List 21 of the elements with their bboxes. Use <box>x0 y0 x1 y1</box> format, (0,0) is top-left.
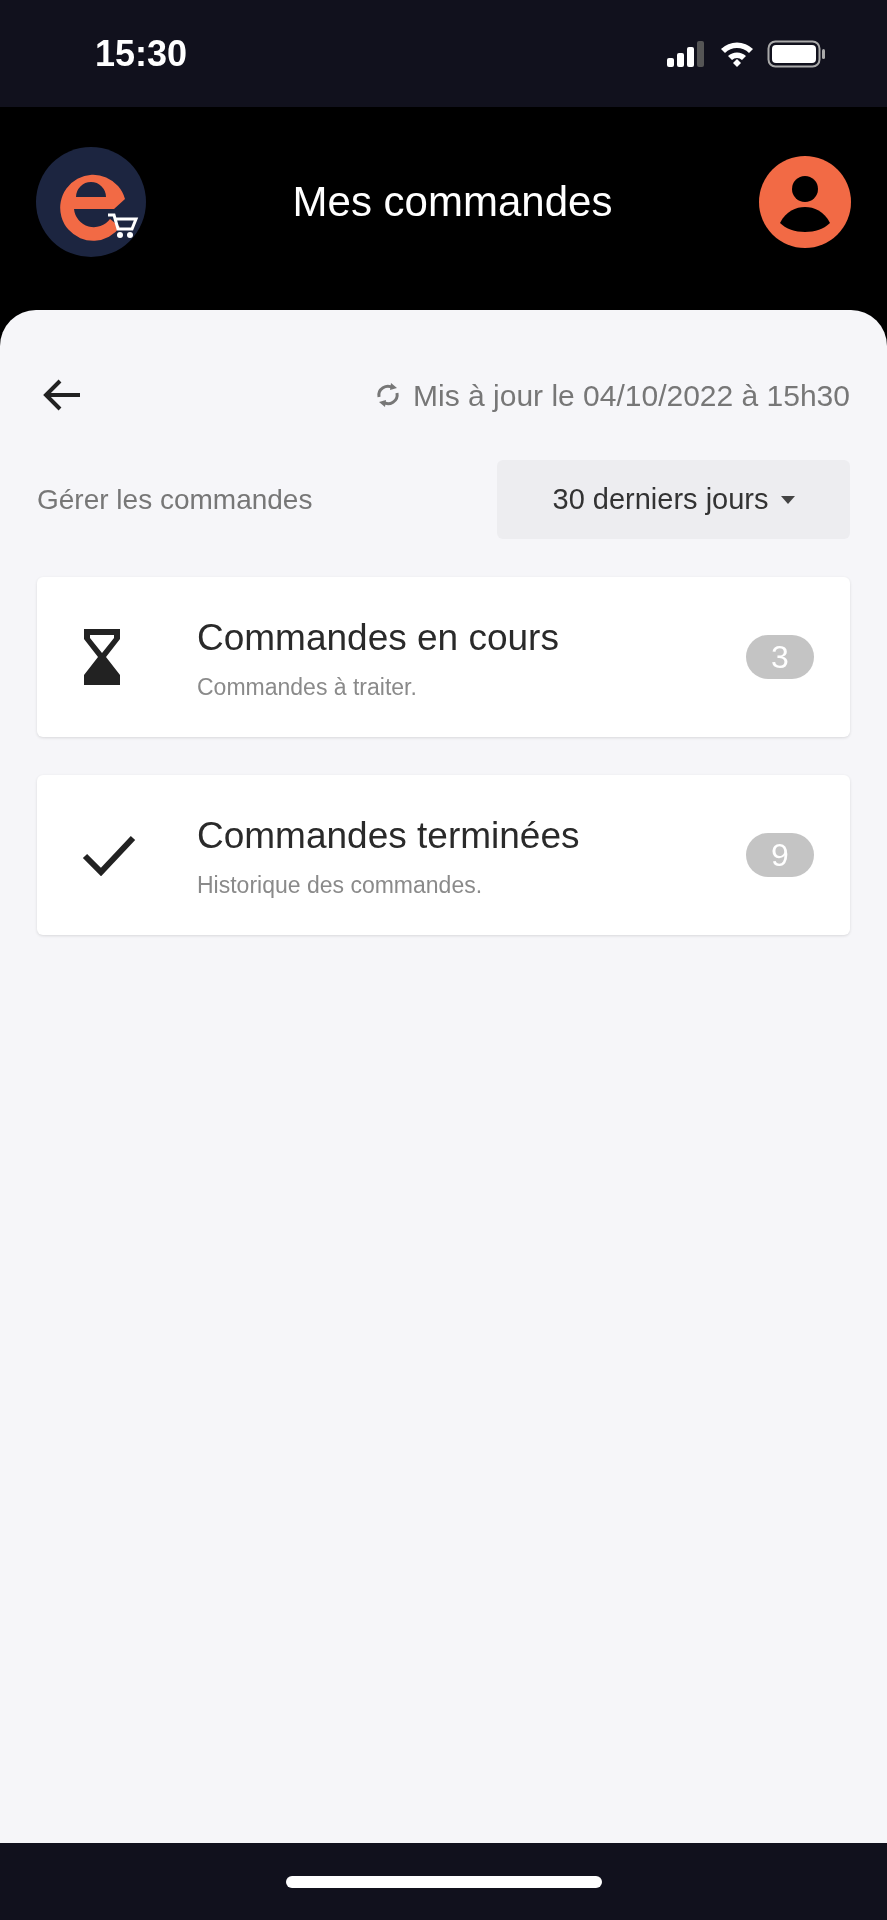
checkmark-icon <box>82 834 136 876</box>
logo-icon <box>36 146 146 257</box>
status-time: 15:30 <box>95 31 188 76</box>
signal-icon <box>667 40 707 67</box>
count-badge: 9 <box>746 833 814 877</box>
card-subtitle: Commandes à traiter. <box>197 672 418 702</box>
count-badge: 3 <box>746 635 814 679</box>
period-dropdown[interactable]: 30 derniers jours <box>497 460 850 539</box>
last-updated-text: Mis à jour le 04/10/2022 à 15h30 <box>413 377 850 414</box>
card-subtitle: Historique des commandes. <box>197 870 484 900</box>
refresh-icon <box>375 380 401 410</box>
battery-icon <box>767 39 827 68</box>
card-title: Commandes en cours <box>197 616 560 660</box>
card-title: Commandes terminées <box>197 814 581 858</box>
section-label: Gérer les commandes <box>37 482 313 517</box>
page-title: Mes commandes <box>292 177 613 227</box>
order-category-card[interactable]: Commandes terminées Historique des commandes. 9 <box>37 775 850 935</box>
order-category-card[interactable]: Commandes en cours Commandes à traiter. 3 <box>37 577 850 737</box>
back-arrow-icon <box>42 378 82 412</box>
caret-icon <box>780 495 795 504</box>
hourglass-icon <box>82 627 122 687</box>
